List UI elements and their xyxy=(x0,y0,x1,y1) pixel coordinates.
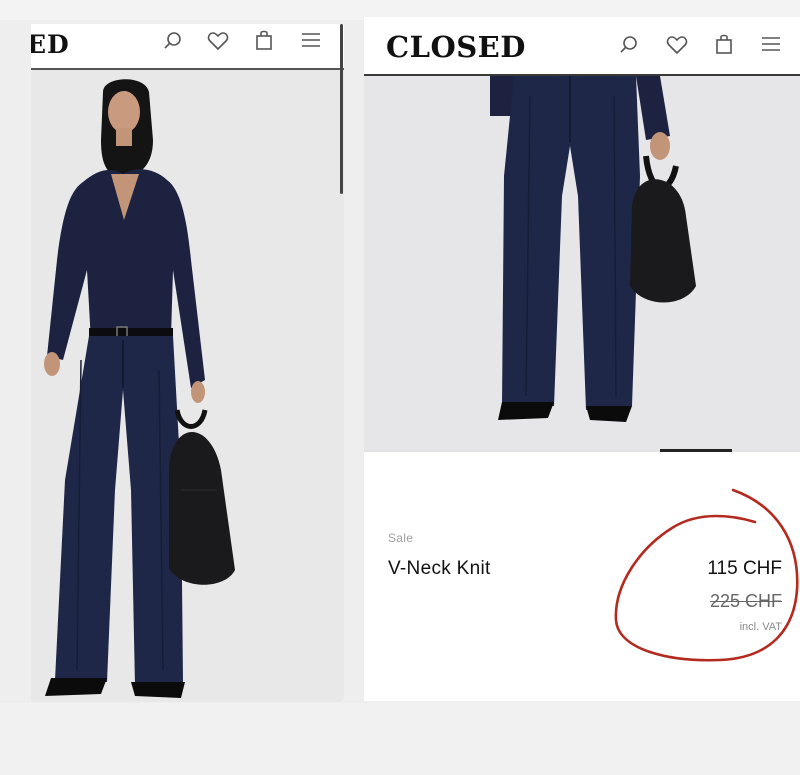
scrollbar-thumb[interactable] xyxy=(340,24,343,194)
brand-logo[interactable]: CLOSED xyxy=(386,30,526,64)
search-icon[interactable] xyxy=(163,31,183,51)
right-site-header: CLOSED xyxy=(364,17,800,76)
brand-logo-partial[interactable]: ED xyxy=(31,30,70,59)
product-photo-full-body[interactable] xyxy=(31,70,344,702)
product-photo-trousers-detail[interactable] xyxy=(364,76,800,450)
heart-icon[interactable] xyxy=(666,35,688,55)
menu-icon[interactable] xyxy=(301,31,321,49)
heart-icon[interactable] xyxy=(207,31,229,51)
carousel-track xyxy=(364,450,800,452)
original-price: 225 CHF xyxy=(709,591,782,611)
search-icon[interactable] xyxy=(619,35,639,55)
vat-note: incl. VAT xyxy=(739,621,782,633)
left-site-header: ED xyxy=(31,24,344,70)
model-figure xyxy=(44,79,235,698)
model-lower-body xyxy=(490,76,696,422)
current-price: 115 CHF xyxy=(707,558,782,579)
bottom-background xyxy=(0,703,800,775)
bag-icon[interactable] xyxy=(255,29,273,51)
product-title: V-Neck Knit xyxy=(388,558,491,579)
right-screen: CLOSED Sale V-Neck Knit 115 CHF 225 CHF … xyxy=(364,17,800,701)
menu-icon[interactable] xyxy=(761,35,781,53)
bag-icon[interactable] xyxy=(715,33,733,55)
carousel-indicator[interactable] xyxy=(660,449,732,452)
sale-badge: Sale xyxy=(388,531,414,545)
left-screen: ED xyxy=(31,24,344,702)
